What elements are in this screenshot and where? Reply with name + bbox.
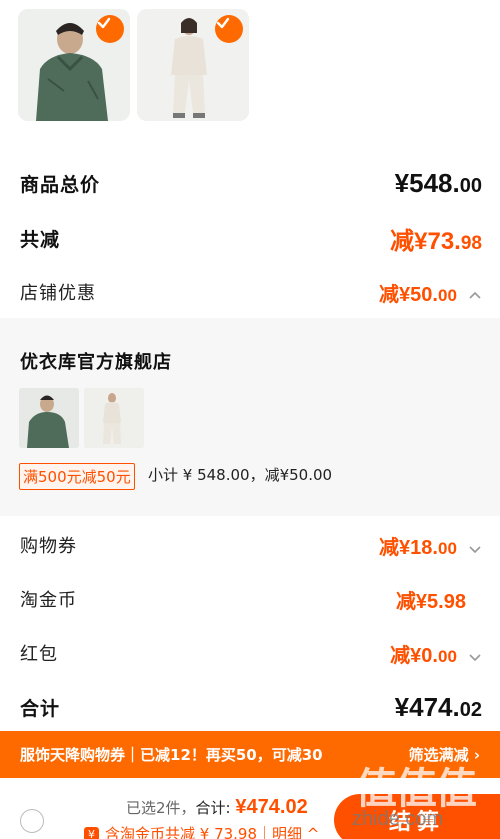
row-shopping-coupon[interactable]: 购物券 减¥18.00 <box>0 523 500 567</box>
chevron-down-icon[interactable] <box>468 650 482 664</box>
coin-icon: ¥ <box>84 827 99 839</box>
watermark-logo: 值值值 <box>355 764 477 813</box>
shop-discount-label: 店铺优惠 <box>20 283 96 304</box>
shop-discount-value: 减¥50.00 <box>379 283 457 306</box>
coin-value: 减¥5.98 <box>395 590 466 613</box>
row-red-packet[interactable]: 红包 减¥0.00 <box>0 631 500 675</box>
watermark-url: zhide.com <box>352 808 444 830</box>
coin-discount-line[interactable]: ¥ 含淘金币共减 ¥ 73.98｜明细 ^ <box>84 823 319 839</box>
chevron-down-icon[interactable] <box>468 542 482 556</box>
chevron-up-icon[interactable] <box>468 289 482 303</box>
row-taojinbi: 淘金币 减¥5.98 <box>0 577 500 621</box>
coupon-value-wrap: 减¥18.00 <box>379 531 482 560</box>
shop-item-thumb <box>19 388 79 448</box>
shop-name: 优衣库官方旗舰店 <box>20 352 172 373</box>
shop-subtotal: 小计 ¥ 548.00，减¥50.00 <box>148 466 333 484</box>
row-goods-total: 商品总价 ¥548.00 <box>0 160 500 206</box>
total-label: 合计: <box>195 799 231 817</box>
total-reduction-label: 共减 <box>20 228 61 251</box>
select-all-radio[interactable] <box>20 809 44 833</box>
product-thumb-white-outfit[interactable] <box>137 9 249 121</box>
grand-total-value: ¥474.02 <box>394 691 482 722</box>
promo-tag: 满500元减50元 <box>19 463 135 490</box>
total-reduction-value: 减¥73.98 <box>390 227 482 255</box>
total-value: ¥474.02 <box>235 796 308 818</box>
coin-discount-text: 含淘金币共减 ¥ 73.98 <box>105 825 258 839</box>
coupon-label: 购物券 <box>20 536 77 557</box>
redpack-value-wrap: 减¥0.00 <box>390 639 482 668</box>
row-total-reduction: 共减 减¥73.98 <box>0 215 500 261</box>
shop-item-thumb <box>84 388 144 448</box>
coin-label: 淘金币 <box>20 590 77 611</box>
redpack-label: 红包 <box>20 644 58 665</box>
product-thumb-green-jacket[interactable] <box>18 9 130 121</box>
detail-link[interactable]: ｜明细 ^ <box>257 825 319 839</box>
selection-summary: 已选2件，合计: ¥474.02 <box>126 796 308 819</box>
checkbox-checked-icon[interactable] <box>215 15 243 43</box>
goods-total-value: ¥548.00 <box>394 167 482 198</box>
shop-discount-panel: 优衣库官方旗舰店 满500元减50元 小计 ¥ 548.00，减¥50.00 <box>0 318 500 516</box>
promo-banner-text: 服饰天降购物券｜已减12！再买50，可减30 <box>20 746 323 764</box>
redpack-value: 减¥0.00 <box>390 644 457 667</box>
row-shop-discount[interactable]: 店铺优惠 减¥50.00 <box>0 270 500 314</box>
shop-discount-value-wrap: 减¥50.00 <box>379 278 482 307</box>
row-grand-total: 合计 ¥474.02 <box>0 684 500 730</box>
checkbox-checked-icon[interactable] <box>96 15 124 43</box>
goods-total-label: 商品总价 <box>20 173 101 196</box>
selected-products-strip <box>0 0 500 150</box>
selected-count: 已选2件， <box>126 799 196 817</box>
grand-total-label: 合计 <box>20 697 61 720</box>
coupon-value: 减¥18.00 <box>379 536 457 559</box>
